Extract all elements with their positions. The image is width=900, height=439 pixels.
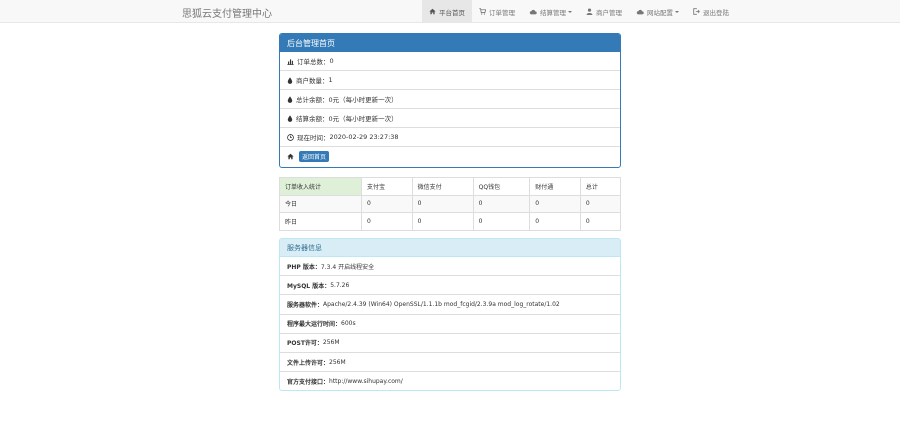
table-cell: 0 (529, 194, 581, 213)
summary-row-total-balance: 总计余额： 0元（每小时更新一次） (280, 90, 620, 109)
summary-label: 总计余额： (296, 96, 329, 104)
official-api-link[interactable]: http://www.sihupay.com/ (329, 378, 403, 385)
server-label: MySQL 版本： (287, 282, 331, 290)
table-header-cell: QQ钱包 (472, 177, 531, 196)
server-value: 5.7.26 (330, 281, 350, 289)
logout-icon (693, 8, 700, 15)
table-header-cell: 微信支付 (411, 177, 474, 196)
table-row: 今日 0 0 0 0 0 (279, 194, 622, 213)
summary-row-home: 返回首页 (280, 147, 620, 166)
income-stats-table: 订单收入统计 支付宝 微信支付 QQ钱包 财付通 总计 今日 0 0 0 0 0… (279, 177, 622, 231)
tint-icon (287, 76, 293, 84)
navbar-menu: 平台首页 订单管理 结算管理 商户管理 网站配置 退出登陆 (422, 0, 736, 23)
table-cell: 昨日 (279, 212, 362, 231)
tint-icon (287, 95, 293, 103)
summary-value: 1 (328, 76, 333, 84)
summary-row-current-time: 现在时间： 2020-02-29 23:27:38 (280, 128, 620, 147)
table-cell: 0 (411, 194, 474, 213)
server-label: POST许可： (287, 340, 323, 348)
table-cell: 今日 (279, 194, 362, 213)
summary-value: 0元（每小时更新一次） (328, 115, 398, 123)
server-label: PHP 版本： (287, 263, 321, 271)
nav-item-settlement[interactable]: 结算管理 (522, 0, 579, 23)
top-navbar: 思狐云支付管理中心 平台首页 订单管理 结算管理 商户管理 网站配置 退出登陆 (0, 0, 900, 23)
server-value: 7.3.4 开启线程安全 (320, 263, 375, 271)
table-header-row: 订单收入统计 支付宝 微信支付 QQ钱包 财付通 总计 (279, 177, 622, 196)
panel-title: 服务器信息 (280, 239, 620, 257)
chevron-down-icon (675, 10, 679, 13)
server-row-php: PHP 版本： 7.3.4 开启线程安全 (280, 257, 620, 277)
table-cell: 0 (360, 212, 413, 231)
table-cell: 0 (411, 212, 474, 231)
admin-summary-panel: 后台管理首页 订单总数： 0 商户数量： 1 总计余额： 0元（每小时更新一次）… (279, 33, 621, 168)
server-row-official-api: 官方支付接口： http://www.sihupay.com/ (280, 372, 620, 390)
server-row-max-exec-time: 程序最大运行时间： 600s (280, 315, 620, 334)
server-row-mysql: MySQL 版本： 5.7.26 (280, 276, 620, 296)
table-cell: 0 (472, 194, 531, 213)
nav-item-label: 结算管理 (540, 8, 566, 17)
nav-item-merchants[interactable]: 商户管理 (579, 0, 629, 23)
table-cell: 0 (579, 194, 622, 213)
server-label: 程序最大运行时间： (287, 321, 342, 329)
server-label: 文件上传许可： (287, 359, 330, 367)
nav-item-orders[interactable]: 订单管理 (472, 0, 522, 23)
nav-item-logout[interactable]: 退出登陆 (686, 0, 736, 23)
nav-item-label: 商户管理 (596, 8, 622, 17)
tint-icon (287, 114, 293, 122)
summary-label: 订单总数： (297, 58, 330, 66)
cart-icon (479, 8, 486, 15)
summary-label: 结算余额： (296, 115, 329, 123)
server-row-upload-limit: 文件上传许可： 256M (280, 353, 620, 373)
server-row-software: 服务器软件： Apache/2.4.39 (Win64) OpenSSL/1.1… (280, 295, 620, 315)
table-cell: 0 (360, 194, 413, 213)
nav-item-label: 平台首页 (439, 8, 465, 17)
server-value: 256M (329, 358, 346, 366)
nav-item-site-config[interactable]: 网站配置 (629, 0, 686, 23)
clock-icon (287, 133, 294, 141)
return-home-button[interactable]: 返回首页 (299, 151, 330, 162)
table-header-cell: 财付通 (529, 177, 581, 196)
home-icon (287, 153, 294, 160)
summary-label: 现在时间： (297, 134, 330, 142)
user-icon (586, 8, 593, 15)
bar-chart-icon (287, 58, 294, 65)
nav-item-label: 网站配置 (647, 8, 673, 17)
home-icon (429, 8, 436, 15)
table-cell: 0 (529, 212, 581, 231)
table-cell: 0 (579, 212, 622, 231)
server-value: Apache/2.4.39 (Win64) OpenSSL/1.1.1b mod… (323, 300, 560, 308)
nav-item-label: 订单管理 (489, 8, 515, 17)
navbar-brand[interactable]: 思狐云支付管理中心 (182, 5, 272, 20)
summary-value: 0元（每小时更新一次） (328, 96, 398, 104)
server-row-post-limit: POST许可： 256M (280, 334, 620, 353)
nav-item-label: 退出登陆 (703, 8, 729, 17)
cloud-icon (529, 9, 537, 14)
server-value: 256M (322, 339, 340, 347)
nav-item-home[interactable]: 平台首页 (422, 0, 472, 23)
chevron-down-icon (568, 10, 572, 13)
server-value: 600s (341, 320, 356, 328)
summary-row-merchant-count: 商户数量： 1 (280, 71, 620, 90)
table-cell: 0 (472, 212, 531, 231)
server-info-panel: 服务器信息 PHP 版本： 7.3.4 开启线程安全 MySQL 版本： 5.7… (279, 238, 621, 391)
table-header-cell: 支付宝 (360, 177, 413, 196)
summary-value: 0 (329, 57, 334, 65)
summary-value: 2020-02-29 23:27:38 (329, 133, 399, 141)
server-label: 官方支付接口： (287, 379, 330, 387)
server-label: 服务器软件： (287, 301, 324, 309)
summary-row-settlement-balance: 结算余额： 0元（每小时更新一次） (280, 109, 620, 128)
table-header-cell: 总计 (579, 177, 622, 196)
cloud-icon (636, 9, 644, 14)
summary-row-order-count: 订单总数： 0 (280, 52, 620, 71)
table-header-cell: 订单收入统计 (279, 177, 362, 196)
panel-title: 后台管理首页 (280, 34, 620, 52)
summary-label: 商户数量： (296, 77, 329, 85)
table-row: 昨日 0 0 0 0 0 (279, 212, 622, 231)
